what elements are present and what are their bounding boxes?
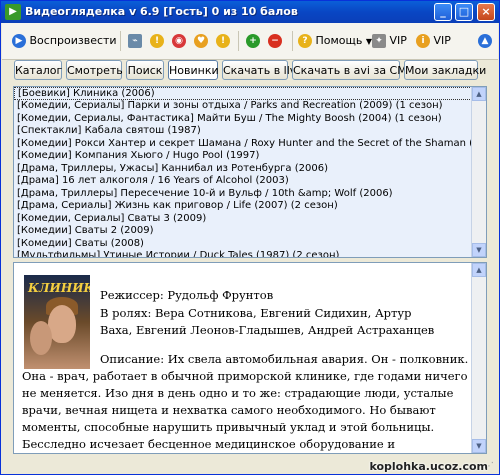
tab-watch[interactable]: Смотреть [66,60,123,80]
resize-grip-icon[interactable]: ⋰ [484,461,496,473]
app-icon: ▶ [5,4,21,20]
tool-heart-button[interactable]: ♥ [194,32,208,50]
remove-button[interactable]: − [268,32,282,50]
tab-download-avi-sms[interactable]: Скачать в avi за СМС [292,60,414,80]
description: Описание: Их свела автомобильная авария.… [22,351,470,453]
poster-title: КЛИНИКА [28,281,90,295]
list-item[interactable]: [Драма, Триллеры, Ужасы] Каннибал из Рот… [14,163,486,176]
maximize-button[interactable]: □ [455,3,473,21]
list-item[interactable]: [Комедии] Рокси Хантер и секрет Шамана /… [14,138,486,151]
help-label: Помощь [315,34,363,47]
details-scrollbar[interactable]: ▲ ▼ [471,263,486,453]
list-item[interactable]: [Комедии] Сваты (2008) [14,238,486,251]
scroll-down-icon[interactable]: ▼ [472,439,486,453]
tools-icon: ✦ [372,34,386,48]
up-button[interactable]: ▲ [478,32,492,50]
close-button[interactable]: × [477,3,495,21]
vip-info-button[interactable]: i VIP [416,32,451,50]
movie-list[interactable]: [Боевики] Клиника (2006) [Комедии, Сериал… [13,86,487,258]
list-item[interactable]: [Комедии] Компания Хьюго / Hugo Pool (19… [14,150,486,163]
toolbar: ▶ Воспроизвести ⌁ ! ◉ ♥ ! + − ? Помощь ▼… [2,23,498,60]
heart-icon: ♥ [194,34,208,48]
tab-bar: Каталог Смотреть Поиск Новинки Скачать в… [2,60,498,82]
list-item[interactable]: [Драма, Сериалы] Жизнь как приговор / Li… [14,200,486,213]
tool-warning2-button[interactable]: ! [216,32,230,50]
toolbar-separator [238,31,239,51]
tool-warning-button[interactable]: ! [150,32,164,50]
status-bar: koplohka.ucoz.com ⋰ [2,457,498,474]
list-item[interactable]: [Мультфильмы] Утиные Истории / Duck Tale… [14,250,486,257]
scroll-up-icon[interactable]: ▲ [472,263,486,277]
play-label: Воспроизвести [29,34,117,47]
movie-details: КЛИНИКА Режиссер: Рудольф Фрунтов В роля… [13,262,487,454]
toolbar-separator [120,31,121,51]
title-bar[interactable]: ▶ Видеогляделка v 6.9 [Гость] 0 из 10 ба… [1,1,499,23]
lips-icon: ◉ [172,34,186,48]
help-icon: ? [298,34,312,48]
help-dropdown[interactable]: ? Помощь ▼ [298,32,372,50]
toolbar-separator [292,31,293,51]
vip-tools-button[interactable]: ✦ VIP [372,32,407,50]
tab-new[interactable]: Новинки [168,60,219,80]
list-item[interactable]: [Комедии, Сериалы] Парки и зоны отдыха /… [14,100,486,113]
vip-label-2: VIP [433,34,451,47]
info-icon: i [416,34,430,48]
list-item[interactable]: [Комедии, Сериалы, Фантастика] Майти Буш… [14,113,486,126]
warning-icon: ! [216,34,230,48]
list-item[interactable]: [Комедии, Сериалы] Сваты 3 (2009) [14,213,486,226]
cast-text: В ролях: Вера Сотникова, Евгений Сидихин… [100,306,435,337]
up-arrow-icon: ▲ [478,34,492,48]
plus-icon: + [246,34,260,48]
list-scrollbar[interactable]: ▲ ▼ [471,87,486,257]
add-button[interactable]: + [246,32,260,50]
warning-icon: ! [150,34,164,48]
tool-lips-button[interactable]: ◉ [172,32,186,50]
watermark-text: koplohka.ucoz.com [369,460,488,473]
list-item[interactable]: [Драма, Триллеры] Пересечение 10-й и Вул… [14,188,486,201]
play-button[interactable]: ▶ Воспроизвести [12,32,117,50]
tab-catalog[interactable]: Каталог [14,60,62,80]
list-item[interactable]: [Комедии] Сваты 2 (2009) [14,225,486,238]
list-item[interactable]: [Спектакли] Кабала святош (1987) [14,125,486,138]
app-window: ▶ Видеогляделка v 6.9 [Гость] 0 из 10 ба… [0,0,500,475]
broom-icon: ⌁ [128,34,142,48]
play-icon: ▶ [12,34,26,48]
description-text: Она - врач, работает в обычной приморско… [22,369,468,451]
tab-search[interactable]: Поиск [126,60,164,80]
minus-icon: − [268,34,282,48]
list-item[interactable]: [Боевики] Клиника (2006) [14,87,486,100]
window-title: Видеогляделка v 6.9 [Гость] 0 из 10 бало… [25,5,298,18]
description-first-line: Описание: Их свела автомобильная авария.… [100,352,469,366]
minimize-button[interactable]: _ [434,3,452,21]
director-text: Режиссер: Рудольф Фрунтов [100,288,274,302]
tool-broom-button[interactable]: ⌁ [128,32,142,50]
list-item[interactable]: [Драма] 16 лет алкоголя / 16 Years of Al… [14,175,486,188]
scroll-down-icon[interactable]: ▼ [472,243,486,257]
scroll-up-icon[interactable]: ▲ [472,87,486,101]
tab-download-flv[interactable]: Скачать в llv [222,60,296,80]
tab-bookmarks[interactable]: Мои закладки [404,60,486,80]
vip-label-1: VIP [389,34,407,47]
